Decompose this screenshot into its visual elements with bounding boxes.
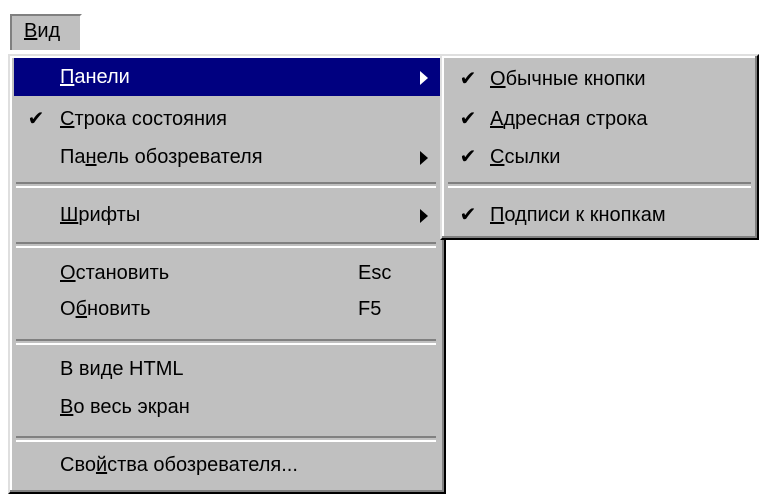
menu-item-fonts[interactable]: Шрифты	[14, 196, 440, 234]
menu-view-rest: ид	[37, 20, 61, 42]
menu-item-full-screen[interactable]: Во весь экран	[14, 388, 440, 426]
shortcut-esc: Esc	[358, 262, 392, 284]
submenu-item-button-labels[interactable]: ✔ Подписи к кнопкам	[446, 196, 753, 234]
menu-separator	[16, 339, 436, 345]
menu-view-accel: В	[24, 20, 38, 42]
submenu-item-button-labels-label: Подписи к кнопкам	[490, 204, 666, 226]
menu-item-browser-properties[interactable]: Свойства обозревателя...	[14, 446, 440, 484]
menu-item-explorer-bar-label: Панель обозревателя	[60, 146, 263, 168]
panels-submenu: ✔ Обычные кнопки ✔ Адресная строка ✔ Ссы…	[440, 54, 759, 240]
submenu-arrow-icon	[420, 151, 428, 165]
checkmark-icon: ✔	[459, 68, 477, 90]
menu-item-status-bar[interactable]: ✔ Строка состояния	[14, 100, 440, 138]
submenu-item-standard-buttons-label: Обычные кнопки	[490, 68, 646, 90]
submenu-item-standard-buttons[interactable]: ✔ Обычные кнопки	[446, 60, 753, 98]
menu-item-refresh[interactable]: Обновить F5	[14, 290, 440, 328]
menu-item-as-html[interactable]: В виде HTML	[14, 350, 440, 388]
menu-item-status-bar-label: Строка состояния	[60, 108, 228, 130]
menu-item-explorer-bar[interactable]: Панель обозревателя	[14, 138, 440, 176]
submenu-item-address-bar[interactable]: ✔ Адресная строка	[446, 100, 753, 138]
menu-item-stop-label: Остановить	[60, 262, 170, 284]
menu-item-refresh-label: Обновить	[60, 298, 151, 320]
menu-separator	[16, 182, 436, 188]
submenu-item-address-bar-label: Адресная строка	[490, 108, 648, 130]
menu-item-browser-properties-label: Свойства обозревателя...	[60, 454, 298, 476]
checkmark-icon: ✔	[459, 108, 477, 130]
submenu-item-links[interactable]: ✔ Ссылки	[446, 138, 753, 176]
menu-separator	[448, 182, 751, 188]
submenu-item-links-label: Ссылки	[490, 146, 561, 168]
menu-separator	[16, 242, 436, 248]
shortcut-f5: F5	[358, 298, 382, 320]
checkmark-icon: ✔	[459, 146, 477, 168]
view-dropdown-menu: Панели ✔ Строка состояния Панель обозрев…	[8, 54, 446, 494]
menu-item-fonts-label: Шрифты	[60, 204, 141, 226]
checkmark-icon: ✔	[27, 108, 45, 130]
menu-item-stop[interactable]: Остановить Esc	[14, 254, 440, 292]
submenu-arrow-icon	[420, 71, 428, 85]
menu-item-panels[interactable]: Панели	[14, 58, 440, 96]
checkmark-icon: ✔	[459, 204, 477, 226]
menu-item-as-html-label: В виде HTML	[60, 358, 184, 380]
menu-bar: Вид	[0, 0, 759, 50]
menu-view[interactable]: Вид	[10, 14, 82, 50]
submenu-arrow-icon	[420, 209, 428, 223]
menu-item-full-screen-label: Во весь экран	[60, 396, 190, 418]
menu-separator	[16, 436, 436, 442]
menu-item-panels-label: Панели	[60, 66, 130, 88]
